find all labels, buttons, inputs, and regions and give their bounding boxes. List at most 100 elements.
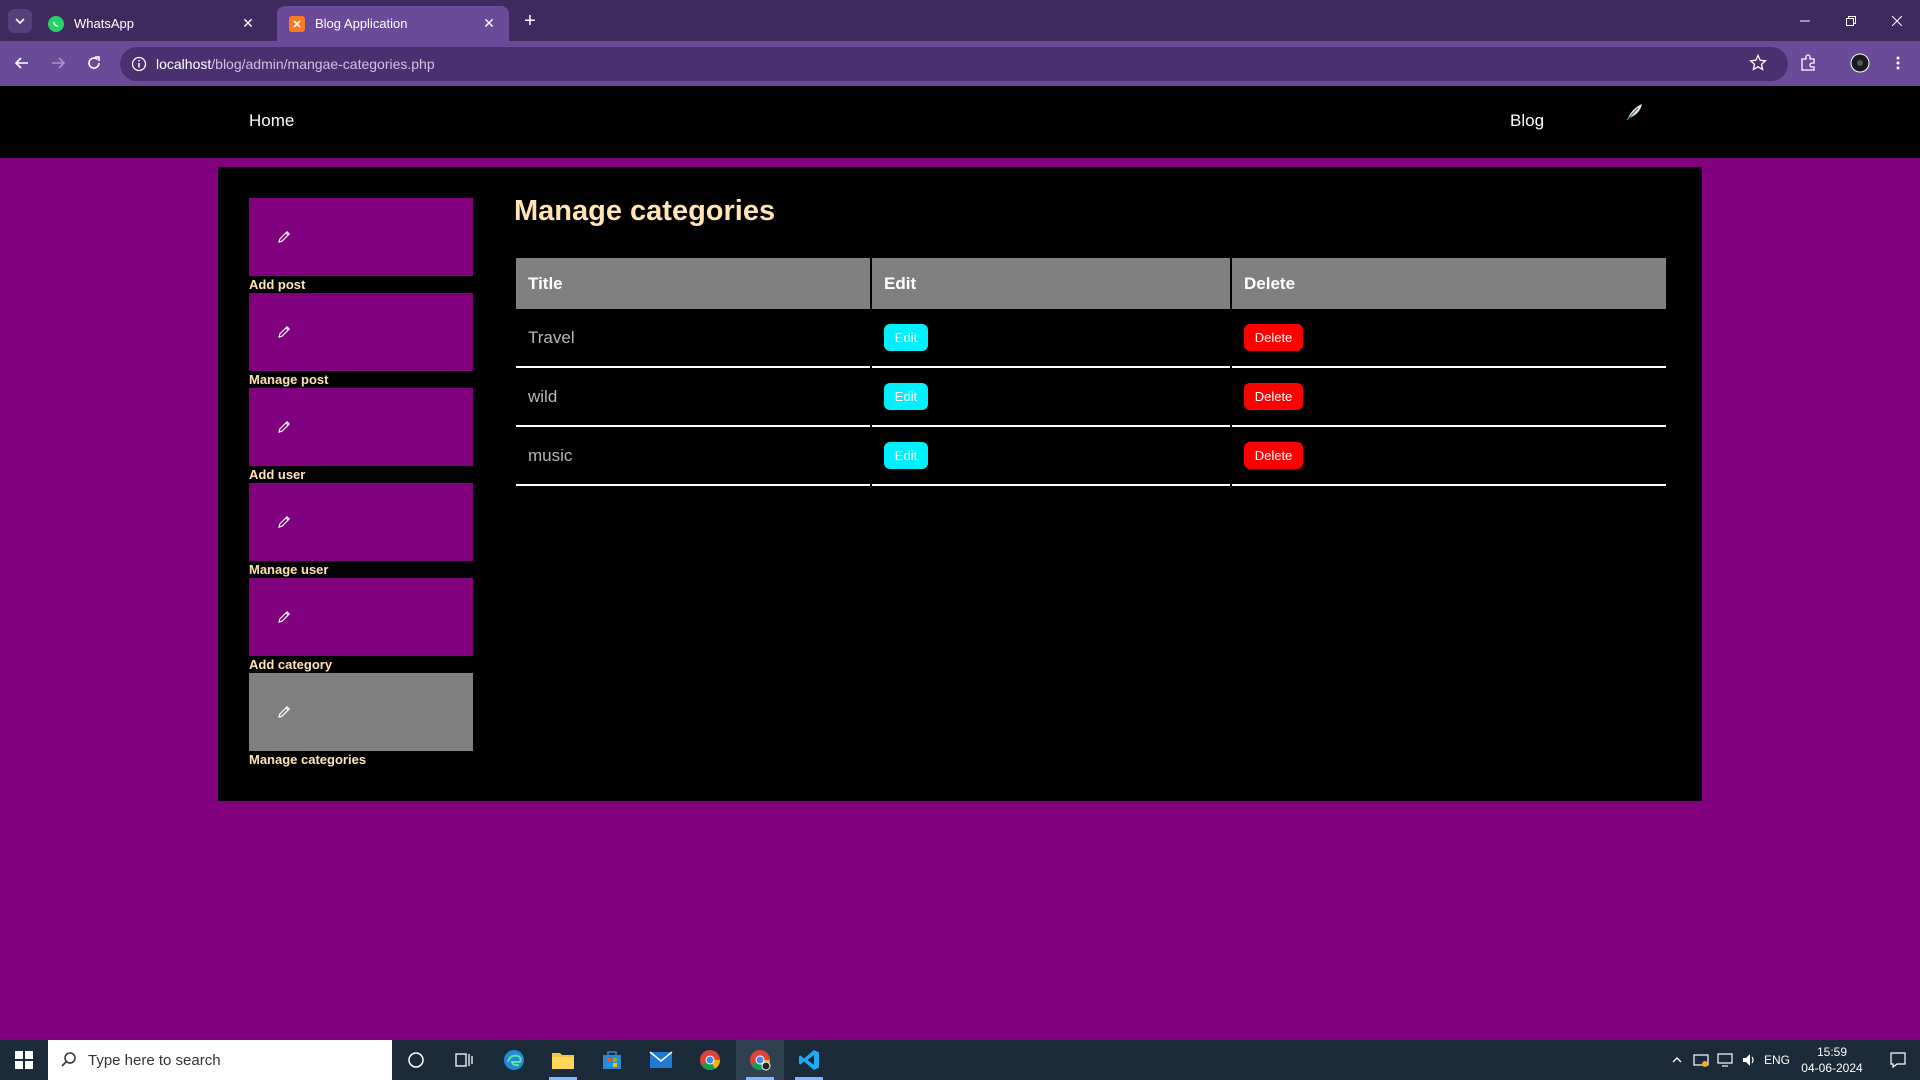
restore-button[interactable]: [1828, 0, 1874, 41]
file-explorer-icon[interactable]: [539, 1040, 587, 1080]
pencil-icon: [278, 325, 291, 338]
search-placeholder: Type here to search: [88, 1051, 221, 1069]
mail-icon[interactable]: [637, 1040, 685, 1080]
new-tab-button[interactable]: +: [518, 9, 542, 33]
chrome-icon[interactable]: [686, 1040, 734, 1080]
sidebar-item-label[interactable]: Manage categories: [249, 751, 473, 768]
edit-cell: Edit: [872, 427, 1230, 486]
defender-icon[interactable]: [1690, 1040, 1712, 1080]
delete-button[interactable]: Delete: [1244, 324, 1303, 351]
sidebar-item-label[interactable]: Manage user: [249, 561, 473, 578]
forward-button[interactable]: [44, 49, 72, 77]
pencil-icon: [278, 610, 291, 623]
xampp-icon: [289, 15, 305, 32]
taskbar-search-box[interactable]: Type here to search: [48, 1040, 392, 1080]
url-path: /blog/admin/mangae-categories.php: [211, 56, 435, 72]
sidebar-item-box[interactable]: [249, 293, 473, 371]
vscode-icon[interactable]: [785, 1040, 833, 1080]
network-icon[interactable]: [1714, 1040, 1736, 1080]
table-header-row: Title Edit Delete: [516, 258, 1666, 309]
sidebar-item-add-post[interactable]: Add post: [249, 198, 473, 293]
edit-cell: Edit: [872, 309, 1230, 368]
sidebar-item-manage-post[interactable]: Manage post: [249, 293, 473, 388]
edit-button[interactable]: Edit: [884, 383, 928, 410]
sidebar-item-label[interactable]: Add post: [249, 276, 473, 293]
start-button[interactable]: [0, 1040, 48, 1080]
windows-logo-icon: [15, 1051, 33, 1069]
tab-whatsapp[interactable]: WhatsApp ✕: [36, 6, 268, 41]
extensions-icon[interactable]: [1794, 49, 1822, 77]
edit-button[interactable]: Edit: [884, 442, 928, 469]
whatsapp-icon: [48, 15, 64, 32]
tab-search-button[interactable]: [8, 9, 32, 33]
back-button[interactable]: [8, 49, 36, 77]
restore-icon: [1846, 15, 1856, 26]
cortana-icon[interactable]: [392, 1040, 440, 1080]
admin-dashboard: Add post Manage post Add user Manage use…: [218, 167, 1702, 801]
close-icon[interactable]: ✕: [479, 14, 499, 34]
clock-date: 04-06-2024: [1801, 1061, 1863, 1075]
pencil-icon: [278, 230, 291, 243]
chevron-down-icon: [15, 18, 25, 25]
sidebar-item-box[interactable]: [249, 673, 473, 751]
bookmark-star-icon[interactable]: [1744, 49, 1772, 77]
delete-cell: Delete: [1232, 368, 1666, 427]
sidebar-item-manage-user[interactable]: Manage user: [249, 483, 473, 578]
column-header-delete: Delete: [1232, 258, 1666, 309]
sidebar-item-box[interactable]: [249, 198, 473, 276]
close-icon[interactable]: ✕: [238, 14, 258, 34]
delete-button[interactable]: Delete: [1244, 383, 1303, 410]
tab-title: WhatsApp: [74, 16, 134, 31]
sidebar-item-box[interactable]: [249, 578, 473, 656]
close-window-button[interactable]: [1874, 0, 1920, 41]
minimize-button[interactable]: [1782, 0, 1828, 41]
pencil-icon: [278, 705, 291, 718]
sidebar-item-label[interactable]: Add category: [249, 656, 473, 673]
sidebar-item-label[interactable]: Add user: [249, 466, 473, 483]
volume-icon[interactable]: [1738, 1040, 1760, 1080]
notifications-icon[interactable]: [1876, 1040, 1920, 1080]
column-header-edit: Edit: [872, 258, 1230, 309]
feather-logo-icon[interactable]: [1624, 102, 1644, 122]
nav-blog-link[interactable]: Blog: [1510, 111, 1544, 131]
delete-cell: Delete: [1232, 427, 1666, 486]
tab-blog-application[interactable]: Blog Application ✕: [277, 6, 509, 41]
sidebar-item-box[interactable]: [249, 483, 473, 561]
category-title-cell: music: [516, 427, 870, 486]
categories-table: Title Edit Delete Travel Edit Delete wil…: [514, 258, 1668, 486]
menu-kebab-icon[interactable]: [1884, 49, 1912, 77]
show-hidden-icons-chevron-icon[interactable]: [1666, 1040, 1688, 1080]
arrow-left-icon: [14, 57, 28, 69]
edit-button[interactable]: Edit: [884, 324, 928, 351]
table-row: music Edit Delete: [516, 427, 1666, 486]
browser-tab-strip: WhatsApp ✕ Blog Application ✕ +: [0, 0, 1920, 41]
nav-home-link[interactable]: Home: [249, 111, 294, 131]
search-icon: [61, 1052, 76, 1067]
sidebar-item-add-category[interactable]: Add category: [249, 578, 473, 673]
page-title: Manage categories: [514, 195, 776, 227]
url-host: localhost: [156, 56, 212, 72]
microsoft-store-icon[interactable]: [588, 1040, 636, 1080]
profile-avatar[interactable]: [1846, 49, 1874, 77]
delete-cell: Delete: [1232, 309, 1666, 368]
reload-icon: [88, 56, 100, 69]
category-title-cell: Travel: [516, 309, 870, 368]
pencil-icon: [278, 515, 291, 528]
sidebar-item-add-user[interactable]: Add user: [249, 388, 473, 483]
site-info-icon[interactable]: [130, 55, 148, 73]
language-indicator[interactable]: ENG: [1762, 1040, 1792, 1080]
address-bar[interactable]: localhost/blog/admin/mangae-categories.p…: [120, 47, 1788, 81]
sidebar-item-manage-categories[interactable]: Manage categories: [249, 673, 473, 768]
column-header-title: Title: [516, 258, 870, 309]
system-clock[interactable]: 15:59 04-06-2024: [1792, 1044, 1872, 1076]
delete-button[interactable]: Delete: [1244, 442, 1303, 469]
site-navbar: Home Blog: [0, 86, 1920, 158]
sidebar-item-box[interactable]: [249, 388, 473, 466]
close-icon: [1892, 15, 1902, 26]
edge-icon[interactable]: [490, 1040, 538, 1080]
reload-button[interactable]: [80, 49, 108, 77]
task-view-icon[interactable]: [440, 1040, 488, 1080]
category-title-cell: wild: [516, 368, 870, 427]
chrome-profile-icon[interactable]: [736, 1040, 784, 1080]
sidebar-item-label[interactable]: Manage post: [249, 371, 473, 388]
